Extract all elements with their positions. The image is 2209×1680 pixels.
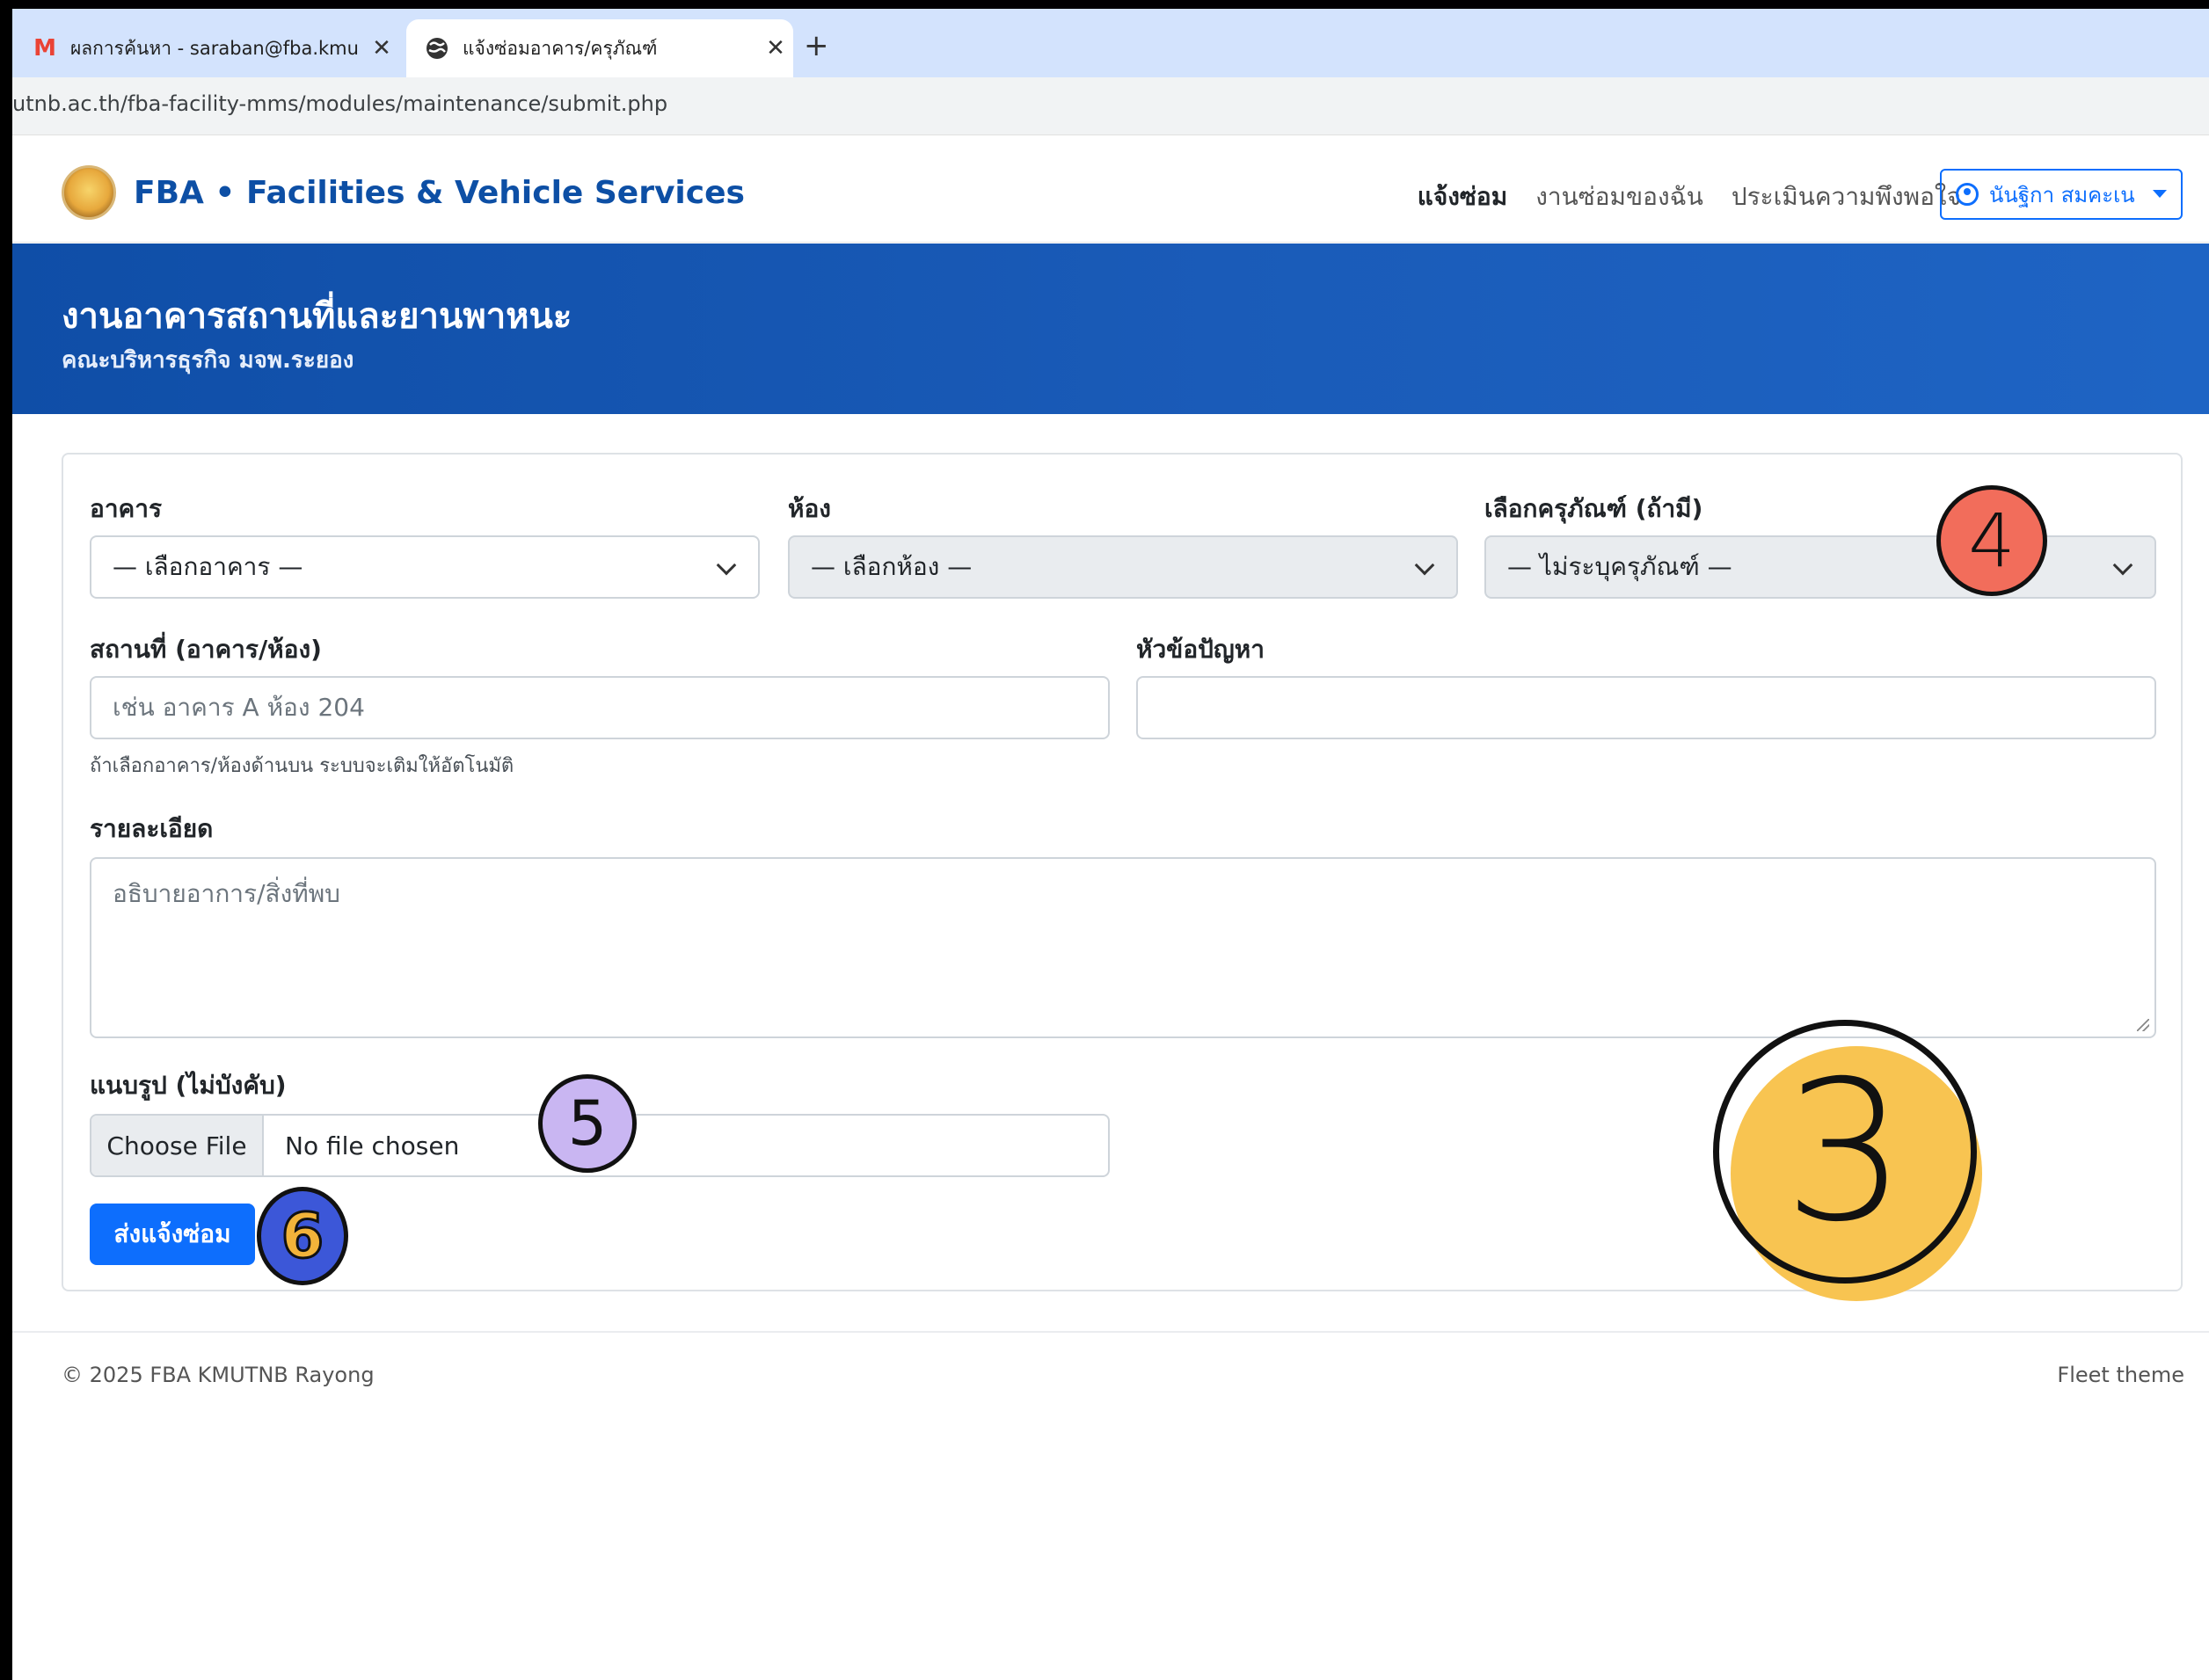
resize-handle-icon[interactable] [2137,1019,2149,1031]
marker-4-number: 4 [1968,498,2016,584]
detail-textarea[interactable]: อธิบายอาการ/สิ่งที่พบ [90,857,2156,1038]
tab-label: ผลการค้นหา - saraban@fba.kmu [70,37,359,59]
marker-3-number: 3 [1783,1039,1906,1264]
attach-label: แนบรูป (ไม่บังคับ) [90,1071,287,1100]
footer-theme-credit: Fleet theme [2057,1363,2184,1387]
location-hint: ถ้าเลือกอาคาร/ห้องด้านบน ระบบจะเติมให้อั… [90,755,514,777]
address-bar[interactable]: utnb.ac.th/fba-facility-mms/modules/main… [12,77,2209,135]
browser-tab-gmail[interactable]: M ผลการค้นหา - saraban@fba.kmu ✕ [21,19,399,77]
annotation-marker-6: 6 [257,1187,348,1285]
screenshot-frame-left [0,0,12,1680]
building-select[interactable]: — เลือกอาคาร — [90,535,760,599]
university-logo-icon [62,165,116,220]
brand-title: FBA • Facilities & Vehicle Services [134,174,745,211]
nav-links: แจ้งซ่อม งานซ่อมของฉัน ประเมินความพึงพอใ… [1418,178,1961,216]
equipment-select[interactable]: — ไม่ระบุครุภัณฑ์ — [1484,535,2156,599]
user-name: นันฐิกา สมคะเน [1989,182,2135,207]
url-text[interactable]: utnb.ac.th/fba-facility-mms/modules/main… [12,91,667,116]
detail-label: รายละเอียด [90,814,214,843]
room-select[interactable]: — เลือกห้อง — [788,535,1458,599]
browser-tab-maintenance[interactable]: แจ้งซ่อมอาคาร/ครุภัณฑ์ ✕ [406,19,793,77]
annotation-marker-3: 3 [1713,1020,1977,1284]
nav-link-my-repairs[interactable]: งานซ่อมของฉัน [1535,178,1703,216]
no-file-text: No file chosen [285,1131,460,1160]
hero-title: งานอาคารสถานที่และยานพาหนะ [62,296,572,337]
tab-label: แจ้งซ่อมอาคาร/ครุภัณฑ์ [463,37,658,59]
chevron-down-icon [2112,555,2133,576]
user-menu-button[interactable]: นันฐิกา สมคะเน [1940,169,2183,220]
building-select-value: — เลือกอาคาร — [113,552,303,581]
building-label: อาคาร [90,494,163,523]
topic-label: หัวข้อปัญหา [1136,635,1265,664]
browser-tabstrip: M ผลการค้นหา - saraban@fba.kmu ✕ แจ้งซ่อ… [12,9,2209,77]
equipment-label: เลือกครุภัณฑ์ (ถ้ามี) [1484,494,1703,523]
close-icon[interactable]: ✕ [364,35,399,62]
user-circle-icon [1956,183,1979,206]
location-input[interactable]: เช่น อาคาร A ห้อง 204 [90,676,1110,739]
room-select-value: — เลือกห้อง — [811,552,973,581]
location-placeholder: เช่น อาคาร A ห้อง 204 [113,693,365,722]
marker-6-number: 6 [280,1199,325,1274]
room-label: ห้อง [788,494,831,523]
hero-banner: งานอาคารสถานที่และยานพาหนะ คณะบริหารธุรก… [12,244,2209,414]
screenshot-frame-top [0,0,2209,9]
hero-subtitle: คณะบริหารธุรกิจ มจพ.ระยอง [62,347,354,374]
footer-divider [12,1331,2209,1333]
annotation-marker-4: 4 [1936,485,2047,596]
nav-link-report-repair[interactable]: แจ้งซ่อม [1418,178,1507,216]
annotation-marker-5: 5 [538,1074,637,1173]
brand[interactable]: FBA • Facilities & Vehicle Services [62,165,745,220]
nav-link-satisfaction[interactable]: ประเมินความพึงพอใจ [1731,178,1961,216]
chevron-down-icon [716,555,737,576]
chevron-down-icon [1414,555,1435,576]
submit-repair-button[interactable]: ส่งแจ้งซ่อม [90,1204,255,1265]
topic-input[interactable] [1136,676,2156,739]
caret-down-icon [2153,190,2167,198]
detail-placeholder: อธิบายอาการ/สิ่งที่พบ [113,879,340,908]
site-navbar: FBA • Facilities & Vehicle Services แจ้ง… [12,146,2209,243]
choose-file-button[interactable]: Choose File [91,1116,264,1175]
globe-icon [424,35,450,62]
location-label: สถานที่ (อาคาร/ห้อง) [90,635,322,664]
close-icon[interactable]: ✕ [758,35,793,62]
gmail-icon: M [33,35,56,62]
footer-copyright: © 2025 FBA KMUTNB Rayong [62,1363,375,1387]
marker-5-number: 5 [567,1087,608,1160]
new-tab-button[interactable]: + [804,28,829,63]
equipment-select-value: — ไม่ระบุครุภัณฑ์ — [1507,552,1732,581]
